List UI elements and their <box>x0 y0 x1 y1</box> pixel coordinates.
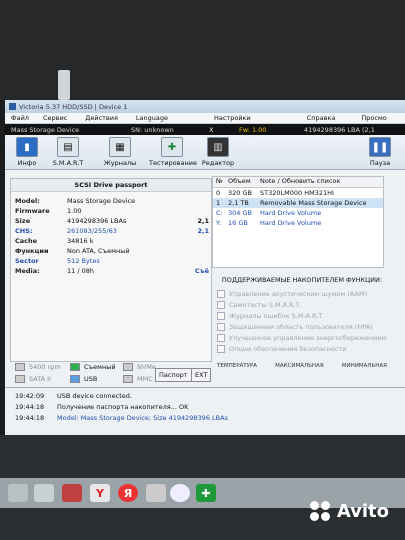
drive-passport-panel: SCSI Drive passport Model: Mass Storage D… <box>10 178 212 362</box>
info-icon: ▮ <box>16 137 38 157</box>
window-title: Victoria 5.37 HDD/SSD | Device 1 <box>19 102 128 111</box>
yandex-browser-icon[interactable]: Y <box>90 484 110 502</box>
temperature-label: ТЕМПЕРАТУРА <box>217 363 258 369</box>
col-size: Объем <box>228 177 251 185</box>
smart-button[interactable]: ▤ S.M.A.R.T <box>47 137 89 167</box>
event-log: 19:42:09 USB device connected. 19:44:18 По… <box>15 392 228 425</box>
device-name: Mass Storage Device <box>11 125 80 134</box>
watermark-text: Avito <box>336 500 389 522</box>
passport-button[interactable]: Паспорт <box>155 368 192 382</box>
passport-row-firmware: Firmware 1.00 <box>15 207 82 215</box>
legend-sata: SATA II <box>15 375 51 383</box>
title-bar: Victoria 5.37 HDD/SSD | Device 1 <box>5 100 405 113</box>
pause-button[interactable]: ❚❚ Пауза <box>359 137 401 167</box>
toolbar: ▮ Инфо ▤ S.M.A.R.T ▦ Журналы ✚ Тестирова… <box>5 135 405 170</box>
app-icon <box>9 103 16 110</box>
feature-checkbox[interactable] <box>217 344 225 353</box>
test-button[interactable]: ✚ Тестирование <box>149 137 197 167</box>
info-button[interactable]: ▮ Инфо <box>6 137 48 167</box>
victoria-taskbar-icon[interactable]: ✚ <box>196 484 216 502</box>
feature-aam: Управление акустическим шумом (AAM) <box>217 288 387 299</box>
taskbar-app-icon[interactable] <box>146 484 166 502</box>
editor-icon: ▥ <box>207 137 229 157</box>
avito-logo-icon <box>309 500 331 522</box>
legend-rpm: 5400 rpm <box>15 363 61 371</box>
passport-row-sector: Sector 512 Bytes <box>15 257 100 265</box>
feature-checkbox[interactable] <box>217 311 225 320</box>
feature-security: Опции обеспечения безопасности <box>217 343 387 354</box>
menu-actions[interactable]: Действия <box>73 114 124 122</box>
taskbar-app-icon[interactable] <box>34 484 54 502</box>
legend-removable: Съемный <box>70 363 116 371</box>
drive-row-selected[interactable]: 1 2,1 TB Removable Mass Storage Device <box>213 198 383 208</box>
logs-button[interactable]: ▦ Журналы <box>99 137 141 167</box>
log-divider <box>5 387 405 388</box>
legend-usb: USB <box>70 375 97 383</box>
passport-row-chs: CHS: 261083/255/63 2,1 <box>15 227 209 235</box>
log-entry: 19:44:18 Model: Mass Storage Device; Size… <box>15 414 228 422</box>
drive-row[interactable]: C: 304 GB Hard Drive Volume <box>213 208 383 218</box>
passport-row-functions: Функции Non ATA, Съемный <box>15 247 130 255</box>
drive-row[interactable]: Y: 16 GB Hard Drive Volume <box>213 218 383 228</box>
test-label: Тестирование <box>149 159 197 167</box>
smart-icon: ▤ <box>57 137 79 157</box>
info-label: Инфо <box>17 159 37 167</box>
logs-icon: ▦ <box>109 137 131 157</box>
passport-row-cache: Cache 34816 k <box>15 237 94 245</box>
features-title: ПОДДЕРЖИВАЕМЫЕ НАКОПИТЕЛЕМ ФУНКЦИИ: <box>221 276 383 284</box>
feature-selftest: Самотесты S.M.A.R.T. <box>217 299 387 310</box>
logs-label: Журналы <box>103 159 137 167</box>
victoria-window: Victoria 5.37 HDD/SSD | Device 1 Файл Се… <box>5 100 405 435</box>
log-entry: 19:44:18 Получение паспорта накопителя...… <box>15 403 189 411</box>
menu-service[interactable]: Сервис <box>35 114 73 122</box>
passport-row-model: Model: Mass Storage Device <box>15 197 136 205</box>
pause-icon: ❚❚ <box>369 137 391 157</box>
passport-row-size: Size 4194298396 LBAs 2,1 <box>15 217 209 225</box>
drive-row[interactable]: 0 320 GB ST320LM000 HM321HI <box>213 188 383 198</box>
supported-features-panel: ПОДДЕРЖИВАЕМЫЕ НАКОПИТЕЛЕМ ФУНКЦИИ: Упра… <box>217 276 387 354</box>
taskbar-app-icon[interactable] <box>8 484 28 502</box>
editor-label: Редактор <box>201 159 235 167</box>
feature-error-logs: Журналы ошибок S.M.A.R.T. <box>217 310 387 321</box>
feature-checkbox[interactable] <box>217 289 225 298</box>
device-bar: Mass Storage Device SN: unknown X Fw: 1.… <box>5 124 405 135</box>
smart-label: S.M.A.R.T <box>52 159 84 167</box>
background-object <box>58 70 70 100</box>
menu-file[interactable]: Файл <box>5 114 35 122</box>
legend-mmc: MMC <box>123 375 153 383</box>
temperature-max-label: МАКСИМАЛЬНАЯ <box>275 363 324 369</box>
feature-hpa: Защищенная область пользователя (HPA) <box>217 321 387 332</box>
col-note-refresh[interactable]: Note / Обновить список <box>260 177 383 187</box>
temperature-min-label: МИНИМАЛЬНАЯ <box>341 363 387 369</box>
lba-count: 4194298396 LBA (2,1 <box>304 125 375 134</box>
taskbar-app-icon[interactable] <box>62 484 82 502</box>
avito-watermark: Avito <box>309 500 389 522</box>
pause-label: Пауза <box>369 159 391 167</box>
menu-language[interactable]: Language <box>124 114 174 122</box>
close-device-icon[interactable]: X <box>209 126 239 134</box>
ext-button[interactable]: EXT <box>191 368 212 382</box>
editor-button[interactable]: ▥ Редактор <box>197 137 239 167</box>
log-entry: 19:42:09 USB device connected. <box>15 392 132 400</box>
feature-checkbox[interactable] <box>217 322 225 331</box>
drive-list: № Объем Note / Обновить список 0 320 GB ST… <box>212 176 384 268</box>
taskbar-app-icon[interactable] <box>170 484 190 502</box>
feature-checkbox[interactable] <box>217 333 225 342</box>
drive-list-header: № Объем Note / Обновить список <box>213 177 383 188</box>
col-number: № <box>216 177 223 185</box>
legend-nvme: NVMe <box>123 363 156 371</box>
yandex-icon[interactable]: Я <box>118 484 138 502</box>
device-serial: SN: unknown <box>131 125 174 134</box>
menu-settings[interactable]: Настройки <box>174 114 257 122</box>
passport-title: SCSI Drive passport <box>11 179 211 192</box>
menu-bar: Файл Сервис Действия Language Настройки … <box>5 113 405 124</box>
test-icon: ✚ <box>161 137 183 157</box>
passport-row-media: Media: 11 / 08h Съё <box>15 267 209 275</box>
menu-view[interactable]: Просмо <box>341 114 392 122</box>
feature-checkbox[interactable] <box>217 300 225 309</box>
menu-help[interactable]: Справка <box>257 114 342 122</box>
firmware-version: Fw: 1.00 <box>239 125 267 134</box>
feature-apm: Улучшенное управление энергосбережением <box>217 332 387 343</box>
temperature-panel: ТЕМПЕРАТУРА МАКСИМАЛЬНАЯ МИНИМАЛЬНАЯ <box>217 363 387 369</box>
